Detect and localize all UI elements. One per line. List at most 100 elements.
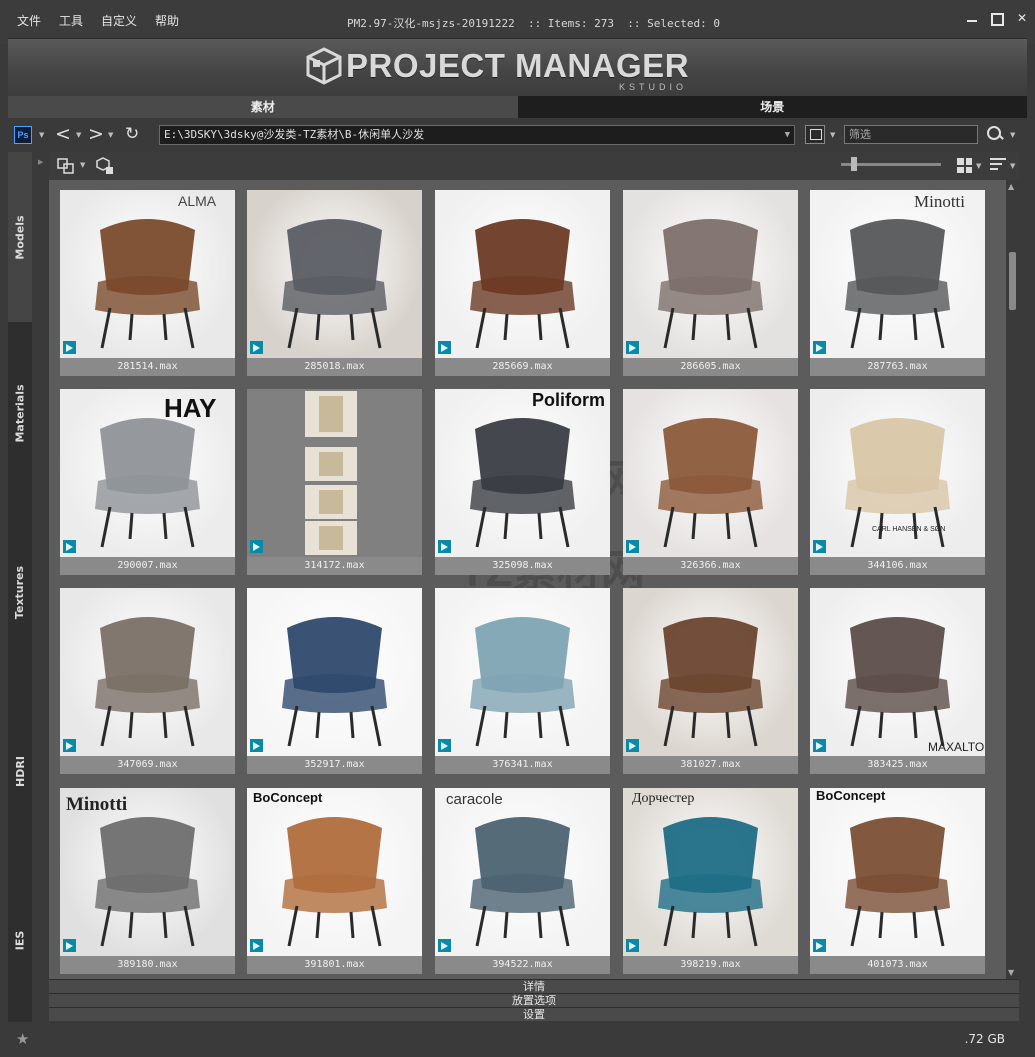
maximize-button[interactable] [990, 11, 1004, 25]
asset-thumbnail[interactable]: MAXALTO [810, 588, 985, 756]
asset-card[interactable]: Дорчестер 398219.max [623, 788, 798, 974]
path-field[interactable]: E:\3DSKY\3dsky@沙发类-TZ素材\B-休闲单人沙发 ▼ [159, 125, 795, 145]
slider-handle[interactable] [851, 157, 857, 171]
chevron-down-icon[interactable]: ▼ [830, 131, 835, 139]
panel-settings[interactable]: 设置 [49, 1007, 1019, 1021]
panel-details[interactable]: 详情 [49, 979, 1019, 993]
bottom-panels: 详情 放置选项 设置 [49, 979, 1019, 1022]
side-tab-textures[interactable]: Textures [8, 505, 32, 680]
chevron-down-icon[interactable]: ▼ [76, 131, 81, 139]
brand-logo: HAY [164, 393, 217, 423]
asset-thumbnail[interactable] [623, 389, 798, 557]
3dsmax-file-icon [626, 341, 639, 354]
3dsmax-file-icon [250, 540, 263, 553]
star-icon[interactable]: ★ [16, 1030, 29, 1048]
close-button[interactable]: ✕ [1015, 11, 1029, 25]
scroll-thumb[interactable] [1009, 252, 1016, 310]
menu-help[interactable]: 帮助 [146, 12, 188, 29]
minimize-button[interactable] [965, 11, 979, 25]
chevron-down-icon[interactable]: ▼ [108, 131, 113, 139]
side-tab-ies[interactable]: IES [8, 863, 32, 1018]
asset-filename: 394522.max [435, 956, 610, 974]
brand-logo: caracole [446, 791, 503, 808]
asset-card[interactable]: caracole 394522.max [435, 788, 610, 974]
asset-card[interactable]: 381027.max [623, 588, 798, 774]
asset-thumbnail[interactable] [623, 190, 798, 358]
refresh-button[interactable]: ↻ [125, 123, 139, 145]
chevron-down-icon[interactable]: ▼ [1010, 162, 1015, 170]
asset-card[interactable]: HAY 290007.max [60, 389, 235, 575]
tab-assets[interactable]: 素材 [8, 96, 518, 118]
sort-icon[interactable] [990, 158, 1006, 172]
forward-button[interactable]: > [88, 123, 104, 145]
chevron-down-icon[interactable]: ▼ [1010, 131, 1015, 139]
asset-card[interactable]: Poliform 325098.max [435, 389, 610, 575]
scroll-down-icon[interactable]: ▼ [1008, 968, 1014, 977]
side-tab-label: IES [13, 930, 27, 951]
asset-thumbnail[interactable] [60, 588, 235, 756]
asset-thumbnail[interactable] [435, 190, 610, 358]
asset-card[interactable]: BoConcept 401073.max [810, 788, 985, 974]
asset-thumbnail[interactable]: Minotti [60, 788, 235, 956]
asset-card[interactable]: 286605.max [623, 190, 798, 376]
back-button[interactable]: < [55, 123, 71, 145]
grid-view-icon[interactable] [957, 158, 972, 173]
object-cube-icon[interactable] [95, 156, 115, 176]
window-controls: ✕ [965, 11, 1029, 25]
chevron-down-icon[interactable]: ▼ [39, 131, 44, 139]
3dsmax-file-icon [63, 540, 76, 553]
asset-thumbnail[interactable] [247, 588, 422, 756]
filter-toggle-icon[interactable] [805, 125, 825, 144]
asset-thumbnail[interactable]: Minotti [810, 190, 985, 358]
asset-card[interactable]: 376341.max [435, 588, 610, 774]
asset-thumbnail[interactable] [435, 588, 610, 756]
menu-file[interactable]: 文件 [8, 12, 50, 29]
side-tab-models[interactable]: Models [8, 152, 32, 322]
grid-scrollbar[interactable]: ▲ ▼ [1006, 180, 1019, 979]
menu-customize[interactable]: 自定义 [92, 12, 146, 29]
panel-placement-options[interactable]: 放置选项 [49, 993, 1019, 1007]
tab-scenes[interactable]: 场景 [517, 96, 1027, 118]
asset-card[interactable]: BoConcept 391801.max [247, 788, 422, 974]
asset-card[interactable]: CARL HANSEN & SØN 344106.max [810, 389, 985, 575]
asset-thumbnail[interactable]: BoConcept [810, 788, 985, 956]
asset-thumbnail[interactable]: Poliform [435, 389, 610, 557]
app-logo: PROJECT MANAGER KSTUDIO [304, 47, 689, 92]
asset-card[interactable]: 326366.max [623, 389, 798, 575]
asset-thumbnail[interactable] [247, 389, 422, 557]
menu-tools[interactable]: 工具 [50, 12, 92, 29]
asset-card[interactable]: MAXALTO 383425.max [810, 588, 985, 774]
chair-image [658, 617, 763, 747]
asset-thumbnail[interactable]: CARL HANSEN & SØN [810, 389, 985, 557]
chair-image [845, 817, 950, 947]
asset-card[interactable]: ALMA 281514.max [60, 190, 235, 376]
brand-logo: BoConcept [253, 790, 323, 805]
asset-card[interactable]: Minotti 389180.max [60, 788, 235, 974]
side-tab-hdri[interactable]: HDRI [8, 684, 32, 859]
asset-thumbnail[interactable] [623, 588, 798, 756]
chevron-down-icon[interactable]: ▼ [976, 162, 981, 170]
asset-thumbnail[interactable]: HAY [60, 389, 235, 557]
chevron-down-icon[interactable]: ▼ [80, 161, 85, 169]
asset-card[interactable]: 285669.max [435, 190, 610, 376]
asset-thumbnail[interactable]: ALMA [60, 190, 235, 358]
asset-filename: 314172.max [247, 557, 422, 575]
asset-card[interactable]: Minotti 287763.max [810, 190, 985, 376]
collapse-arrow-icon[interactable]: ▶ [38, 158, 43, 166]
asset-card[interactable]: 285018.max [247, 190, 422, 376]
filter-input[interactable]: 筛选 [844, 125, 978, 144]
asset-thumbnail[interactable]: caracole [435, 788, 610, 956]
asset-card[interactable]: 352917.max [247, 588, 422, 774]
search-icon[interactable] [984, 123, 1006, 145]
asset-thumbnail[interactable]: BoConcept [247, 788, 422, 956]
sync-icon[interactable] [56, 156, 76, 176]
asset-card[interactable]: 314172.max [247, 389, 422, 575]
asset-thumbnail[interactable]: Дорчестер [623, 788, 798, 956]
chevron-down-icon[interactable]: ▼ [785, 126, 790, 144]
photoshop-icon[interactable]: Ps [14, 126, 32, 144]
scroll-up-icon[interactable]: ▲ [1008, 182, 1014, 191]
asset-card[interactable]: 347069.max [60, 588, 235, 774]
3dsmax-file-icon [813, 739, 826, 752]
side-tab-materials[interactable]: Materials [8, 326, 32, 501]
asset-thumbnail[interactable] [247, 190, 422, 358]
